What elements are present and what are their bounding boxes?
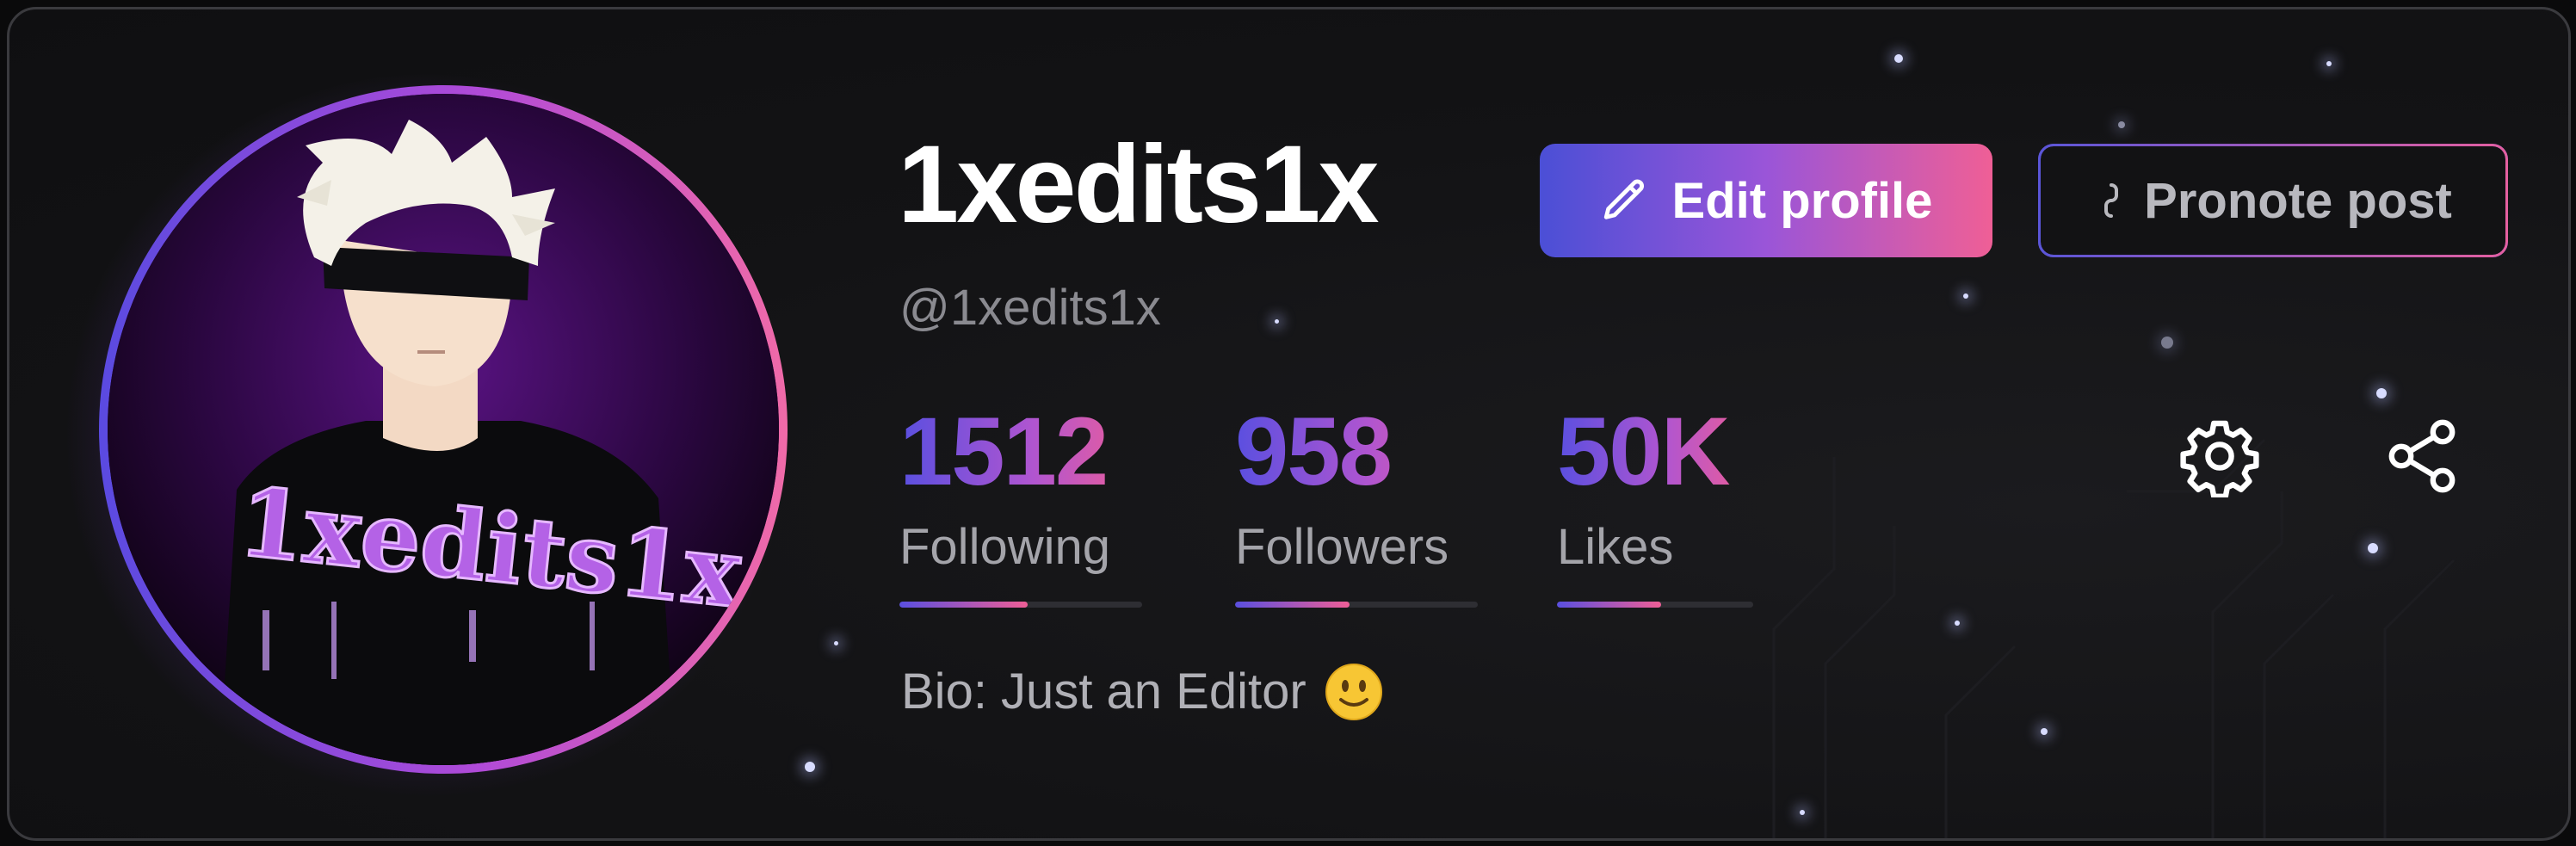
username: 1xedits1x — [898, 123, 1379, 246]
bio: Bio: Just an Editor — [901, 662, 1384, 722]
sparkle — [1275, 319, 1279, 324]
stat-label: Following — [899, 519, 1110, 575]
profile-card: 1xedits1x 1xedits1x @1xedits1x Edit prof… — [7, 7, 2571, 841]
edit-profile-label: Edit profile — [1671, 172, 1933, 229]
sparkle — [1955, 621, 1960, 626]
share-button[interactable] — [2375, 411, 2469, 505]
sparkle — [1963, 293, 1968, 299]
sparkle — [1800, 810, 1805, 815]
stat-likes[interactable]: 50K Likes — [1557, 404, 1753, 608]
pencil-icon — [1600, 176, 1650, 225]
link-icon — [2094, 180, 2128, 221]
stat-value: 958 — [1235, 404, 1478, 500]
settings-button[interactable] — [2172, 411, 2267, 505]
sparkle — [2161, 337, 2173, 349]
sparkle — [2376, 388, 2387, 398]
smiling-face-emoji — [1324, 662, 1384, 722]
sparkle — [2118, 121, 2125, 128]
stat-label: Followers — [1235, 519, 1449, 575]
stat-followers[interactable]: 958 Followers — [1235, 404, 1478, 608]
stat-progress-fill — [1235, 602, 1350, 608]
stat-progress-bar — [899, 602, 1142, 608]
sparkle — [2368, 543, 2378, 553]
sparkle — [2326, 61, 2332, 66]
sparkle — [805, 762, 815, 772]
stat-value: 1512 — [899, 404, 1142, 500]
stat-value: 50K — [1557, 404, 1753, 500]
share-icon — [2381, 415, 2463, 502]
avatar[interactable]: 1xedits1x — [99, 85, 788, 774]
edit-profile-button[interactable]: Edit profile — [1540, 144, 1992, 257]
anime-avatar-image: 1xedits1x — [108, 94, 779, 765]
stat-progress-bar — [1235, 602, 1478, 608]
user-handle: @1xedits1x — [899, 280, 1161, 336]
promote-post-button[interactable]: Pronote post — [2038, 144, 2508, 257]
sparkle — [834, 641, 838, 645]
bio-text: Bio: Just an Editor — [901, 664, 1307, 719]
sparkle — [1894, 54, 1903, 63]
stat-progress-fill — [1557, 602, 1661, 608]
stat-following[interactable]: 1512 Following — [899, 404, 1142, 608]
stat-label: Likes — [1557, 519, 1674, 575]
sparkle — [2041, 728, 2048, 735]
stat-progress-bar — [1557, 602, 1753, 608]
gear-icon — [2178, 415, 2261, 502]
promote-post-label: Pronote post — [2144, 172, 2452, 229]
stat-progress-fill — [899, 602, 1029, 608]
